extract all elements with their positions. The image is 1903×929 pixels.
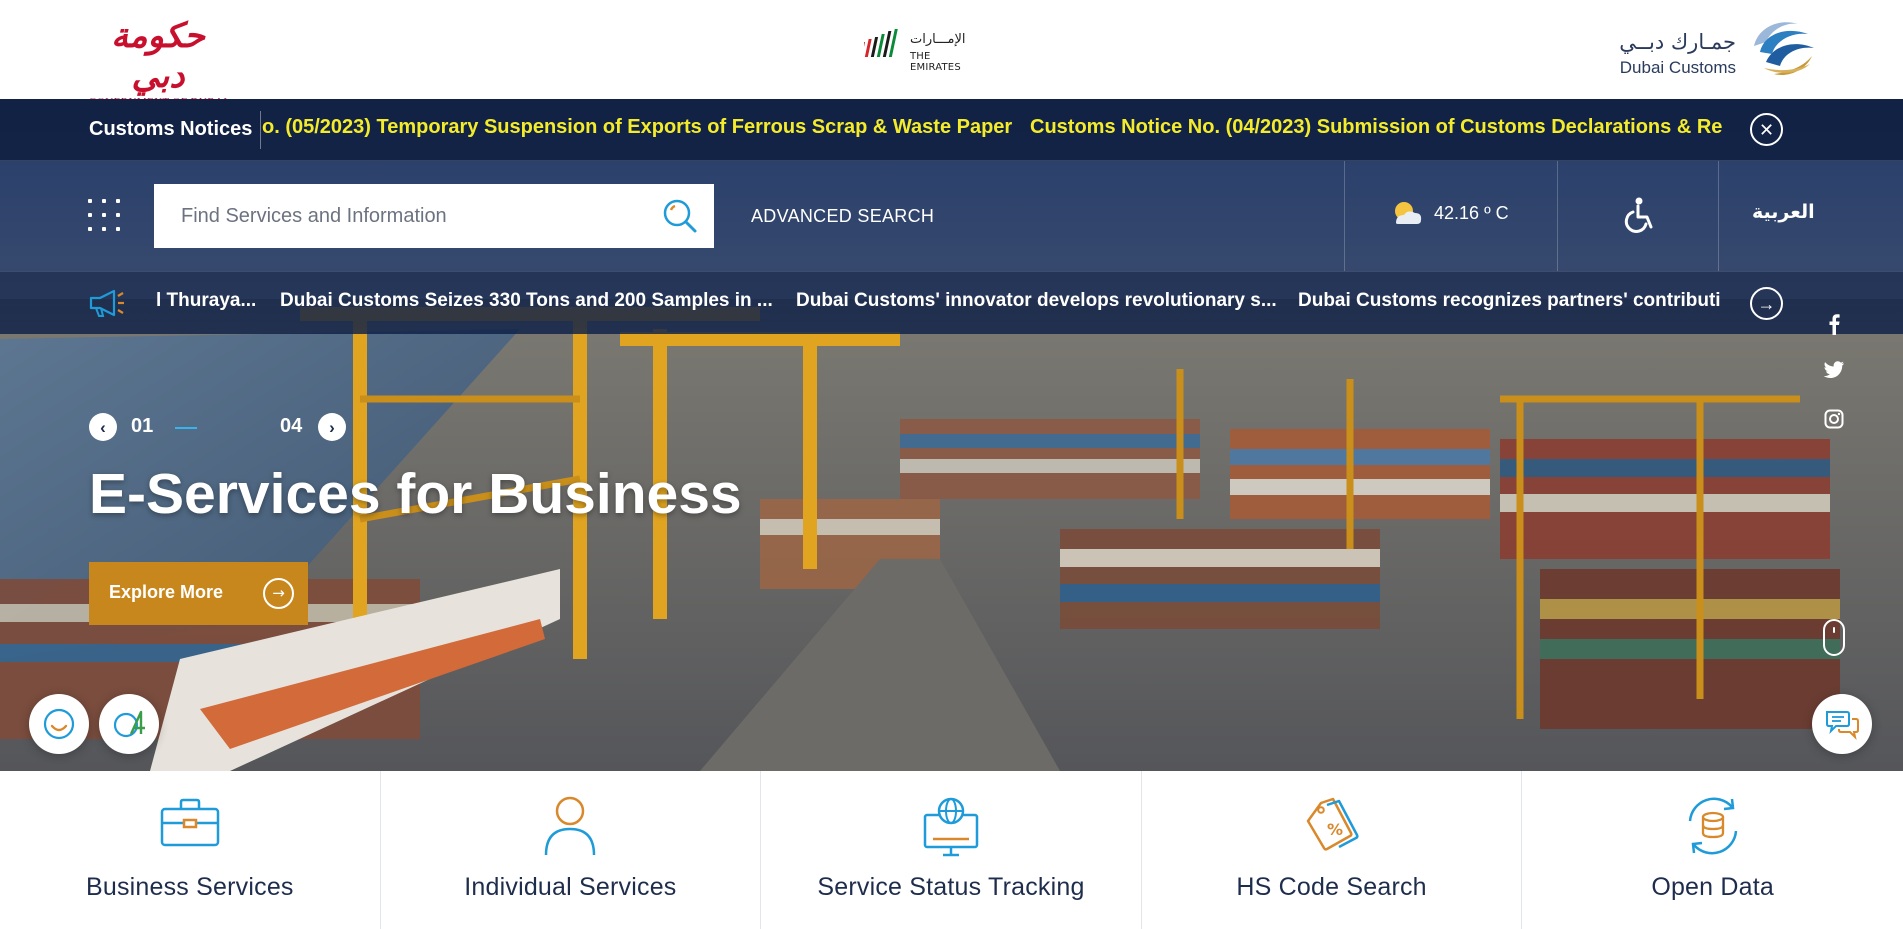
top-header: حكومة دبي GOVERNMENT OF DUBAI الإمـــارا… (0, 0, 1903, 108)
person-icon (545, 796, 596, 856)
slide-total-number: 04 (280, 415, 303, 437)
arrow-right-icon: → (1757, 293, 1776, 314)
hero-title: E-Services for Business (89, 462, 742, 526)
the-emirates-logo[interactable]: الإمـــارات THE EMIRATES (864, 24, 976, 73)
price-tag-icon: % (1306, 797, 1359, 851)
news-item[interactable]: l Thuraya... (156, 290, 256, 312)
temperature-unit: º C (1484, 203, 1509, 223)
customs-logo-english: Dubai Customs (1619, 58, 1736, 77)
toolbar-separator (1344, 161, 1345, 271)
slider-prev-button[interactable]: ‹ (89, 413, 117, 441)
chat-button[interactable] (1812, 694, 1872, 754)
search-button[interactable] (662, 198, 698, 234)
search-icon (663, 199, 697, 233)
quick-services: Business Services Individual Services Se… (0, 771, 1903, 929)
language-switch-link[interactable]: العربية (1752, 201, 1815, 223)
tile-label: HS Code Search (1236, 873, 1427, 901)
emirates-logo-english: THE EMIRATES (910, 51, 961, 73)
news-next-button[interactable]: → (1750, 287, 1783, 320)
individual-services-tile[interactable]: Individual Services (381, 771, 762, 929)
briefcase-icon (160, 798, 220, 847)
business-services-tile[interactable]: Business Services (0, 771, 381, 929)
tile-label: Business Services (85, 873, 294, 901)
hero-section: Customs Notices o. (05/2023) Temporary S… (0, 99, 1903, 771)
gov-logo-calligraphy: حكومة دبي (111, 16, 205, 96)
wheelchair-icon (1624, 197, 1653, 233)
news-item[interactable]: Dubai Customs' innovator develops revolu… (796, 290, 1277, 312)
slide-current-number: 01 (131, 415, 154, 437)
apps-menu-button[interactable] (88, 197, 124, 233)
emirates-stripes-icon (864, 29, 898, 57)
tile-label: Individual Services (464, 873, 677, 901)
toolbar-separator (1557, 161, 1558, 271)
instagram-link[interactable] (1822, 409, 1846, 433)
notices-ticker: o. (05/2023) Temporary Suspension of Exp… (262, 99, 1722, 161)
instagram-icon (1824, 409, 1844, 429)
customs-logo-arabic: جمـارك دبــي (1619, 30, 1736, 54)
customs-notices-label: Customs Notices (89, 118, 253, 140)
notice-item[interactable]: o. (05/2023) Temporary Suspension of Exp… (262, 116, 1012, 139)
svg-text:%: % (1327, 820, 1343, 839)
close-icon: ✕ (1758, 119, 1775, 140)
twitter-link[interactable] (1822, 361, 1846, 385)
weather-temperature: 42.16 º C (1434, 203, 1509, 223)
emirates-logo-arabic: الإمـــارات (910, 32, 966, 47)
search-toolbar: ADVANCED SEARCH 42.16 º C العربية (0, 161, 1903, 271)
news-ticker: l Thuraya... Dubai Customs Seizes 330 To… (156, 272, 1722, 335)
notice-item[interactable]: Customs Notice No. (04/2023) Submission … (1030, 116, 1722, 139)
search-input[interactable] (154, 184, 634, 248)
chevron-right-icon: › (329, 417, 335, 437)
scroll-down-indicator[interactable] (1823, 619, 1845, 656)
monitor-globe-icon (923, 797, 979, 857)
database-sync-icon (1688, 797, 1737, 855)
close-notices-button[interactable]: ✕ (1750, 113, 1783, 146)
partly-cloudy-icon (1395, 202, 1422, 224)
megaphone-icon (89, 289, 124, 317)
advanced-search-link[interactable]: ADVANCED SEARCH (751, 206, 934, 227)
explore-more-button[interactable]: Explore More → (89, 562, 308, 625)
tile-label: Open Data (1651, 873, 1775, 901)
dubai-customs-emblem-icon (1751, 18, 1814, 80)
twitter-icon (1823, 361, 1844, 378)
chat-bubbles-icon (1826, 711, 1859, 741)
arrow-right-icon: → (263, 578, 294, 609)
news-ticker-bar: l Thuraya... Dubai Customs Seizes 330 To… (0, 271, 1903, 334)
government-of-dubai-logo[interactable]: حكومة دبي GOVERNMENT OF DUBAI (88, 16, 228, 108)
slider-navigation: ‹ 01 04 › (89, 413, 349, 443)
chevron-left-icon: ‹ (100, 417, 106, 437)
search-box (154, 184, 714, 248)
news-item[interactable]: Dubai Customs Seizes 330 Tons and 200 Sa… (280, 290, 773, 312)
dubai-24-button[interactable] (99, 694, 159, 754)
customs-notices-bar: Customs Notices o. (05/2023) Temporary S… (0, 99, 1903, 161)
news-item[interactable]: Dubai Customs recognizes partners' contr… (1298, 290, 1721, 312)
slider-next-button[interactable]: › (318, 413, 346, 441)
facebook-link[interactable] (1822, 313, 1846, 337)
tile-label: Service Status Tracking (817, 873, 1085, 901)
service-status-tracking-tile[interactable]: Service Status Tracking (761, 771, 1142, 929)
smiley-icon (43, 708, 75, 740)
toolbar-separator (1718, 161, 1719, 271)
accessibility-button[interactable] (1622, 197, 1656, 233)
happiness-meter-button[interactable] (29, 694, 89, 754)
explore-more-label: Explore More (109, 582, 224, 602)
slide-progress-line (175, 427, 197, 429)
notice-divider (260, 111, 261, 149)
dubai-24-icon (113, 710, 145, 738)
hs-code-search-tile[interactable]: % HS Code Search (1142, 771, 1523, 929)
facebook-icon (1829, 314, 1840, 335)
open-data-tile[interactable]: Open Data (1522, 771, 1903, 929)
dubai-customs-logo[interactable]: جمـارك دبــي Dubai Customs (1612, 12, 1818, 84)
